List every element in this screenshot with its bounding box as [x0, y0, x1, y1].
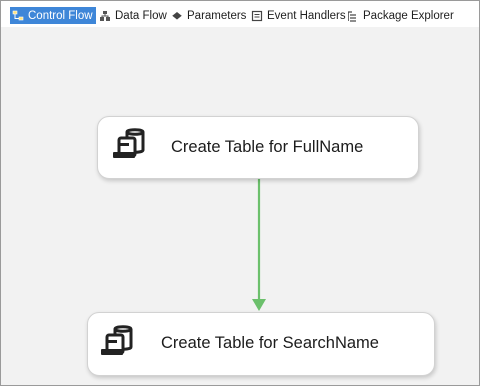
tab-label: Parameters: [187, 9, 247, 22]
tab-package-explorer[interactable]: Package Explorer: [347, 7, 454, 24]
tab-control-flow[interactable]: Control Flow: [10, 7, 96, 24]
data-flow-icon: [100, 10, 110, 21]
sql-task-icon: [113, 128, 145, 158]
tab-event-handlers[interactable]: Event Handlers: [251, 7, 346, 24]
task-label: Create Table for FullName: [171, 138, 364, 156]
tab-label: Data Flow: [115, 9, 167, 22]
tab-label: Control Flow: [28, 9, 93, 22]
package-designer: Control Flow Data Flow Parameters Event …: [0, 0, 480, 386]
precedence-arrow-head: [252, 299, 266, 311]
event-handlers-icon: [251, 10, 263, 21]
tab-label: Package Explorer: [363, 9, 454, 22]
tab-data-flow[interactable]: Data Flow: [99, 7, 167, 24]
sql-task-icon: [101, 325, 133, 355]
tab-label: Event Handlers: [267, 9, 346, 22]
designer-tab-bar: Control Flow Data Flow Parameters Event …: [1, 1, 479, 27]
package-explorer-icon: [348, 10, 356, 22]
parameters-icon: [171, 11, 183, 21]
task-label: Create Table for SearchName: [161, 334, 379, 352]
task-create-table-searchname[interactable]: Create Table for SearchName: [87, 312, 435, 376]
task-create-table-fullname[interactable]: Create Table for FullName: [97, 116, 419, 179]
control-flow-canvas[interactable]: Create Table for FullName Create Table f…: [1, 27, 479, 385]
control-flow-icon: [12, 10, 24, 20]
tab-parameters[interactable]: Parameters: [171, 7, 246, 24]
